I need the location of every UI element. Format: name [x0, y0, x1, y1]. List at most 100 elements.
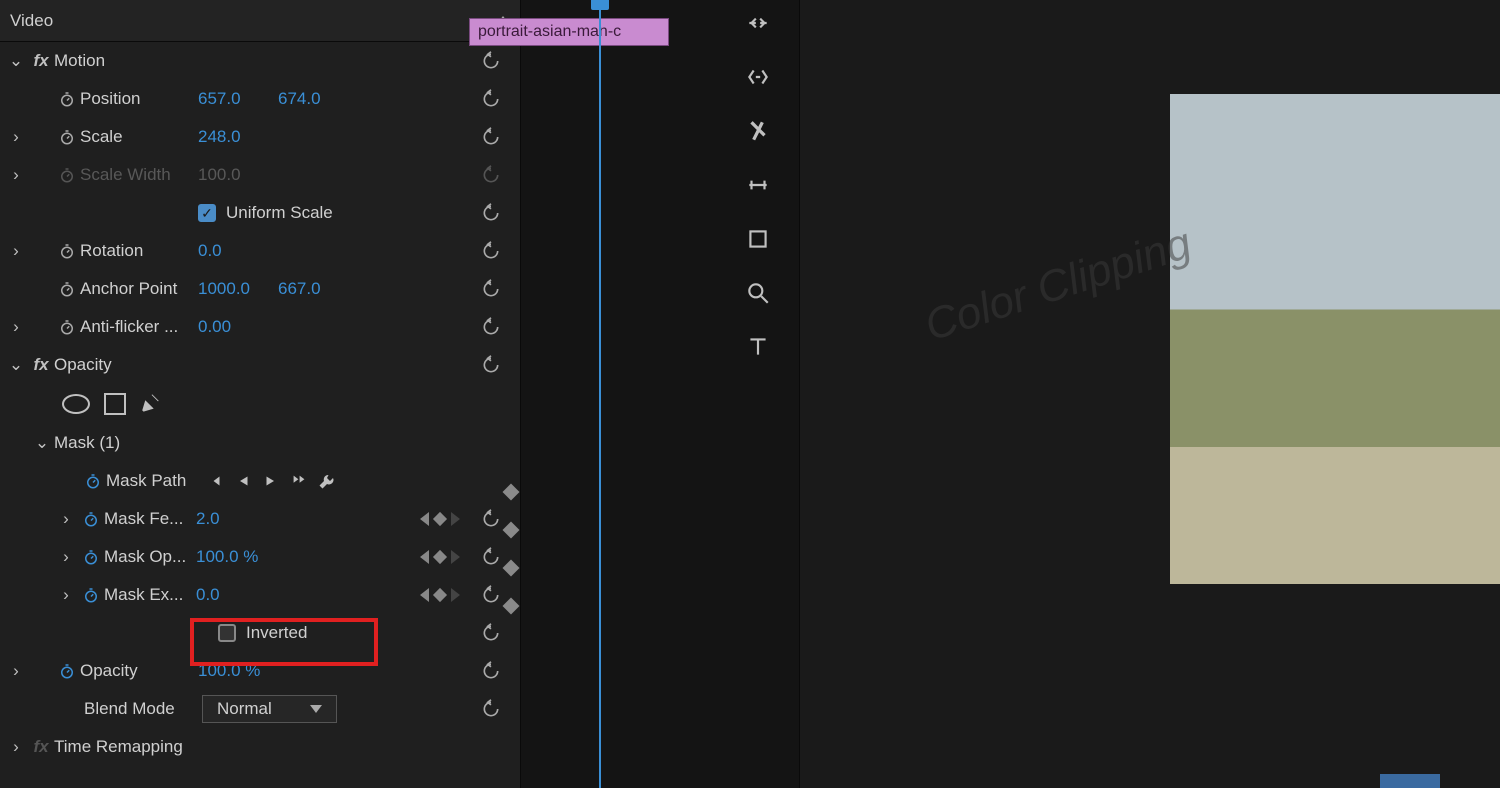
mask-opacity-label: Mask Op...: [104, 547, 196, 567]
stopwatch-icon[interactable]: [54, 662, 80, 680]
reset-button[interactable]: [480, 546, 502, 568]
prev-keyframe-icon[interactable]: [420, 512, 429, 526]
mask-feather-label: Mask Fe...: [104, 509, 196, 529]
rate-stretch-tool[interactable]: [741, 114, 775, 148]
effect-opacity-header[interactable]: ⌄ fx Opacity: [0, 346, 520, 384]
slip-tool[interactable]: [741, 168, 775, 202]
reset-button[interactable]: [480, 698, 502, 720]
chevron-right-icon[interactable]: ›: [54, 509, 78, 529]
clip-bar[interactable]: portrait-asian-man-c: [469, 18, 669, 46]
reset-button[interactable]: [480, 622, 502, 644]
antiflicker-value[interactable]: 0.00: [198, 317, 278, 337]
add-keyframe-icon[interactable]: [433, 550, 447, 564]
scale-value[interactable]: 248.0: [198, 127, 278, 147]
reset-button[interactable]: [480, 584, 502, 606]
reset-button[interactable]: [480, 278, 502, 300]
position-y-value[interactable]: 674.0: [278, 89, 358, 109]
rect-mask-button[interactable]: [104, 393, 126, 415]
chevron-right-icon[interactable]: ›: [4, 661, 28, 681]
mask-header[interactable]: ⌄ Mask (1): [0, 424, 520, 462]
mask-shape-tools: [0, 384, 520, 424]
effect-motion-header[interactable]: ⌄ fx Motion: [0, 42, 520, 80]
chevron-down-icon[interactable]: ⌄: [4, 355, 28, 375]
next-keyframe-icon[interactable]: [451, 512, 460, 526]
opacity-prop-row: › Opacity 100.0 %: [0, 652, 520, 690]
watermark: Color Clipping: [919, 219, 1197, 352]
uniform-scale-label: Uniform Scale: [226, 203, 333, 223]
mask-feather-row: › Mask Fe... 2.0: [0, 500, 520, 538]
uniform-scale-checkbox[interactable]: [198, 204, 216, 222]
rolling-edit-tool[interactable]: [741, 60, 775, 94]
stopwatch-icon[interactable]: [80, 472, 106, 490]
effects-panel-header: Video: [0, 0, 520, 42]
position-x-value[interactable]: 657.0: [198, 89, 278, 109]
fx-icon[interactable]: fx: [28, 355, 54, 375]
reset-button[interactable]: [480, 126, 502, 148]
stopwatch-icon[interactable]: [78, 510, 104, 528]
next-keyframe-icon[interactable]: [451, 588, 460, 602]
time-remapping-title: Time Remapping: [54, 737, 183, 757]
stopwatch-icon[interactable]: [78, 586, 104, 604]
prev-frame-icon[interactable]: [206, 472, 224, 490]
chevron-down-icon[interactable]: ⌄: [4, 51, 28, 71]
playhead[interactable]: [599, 0, 601, 788]
stopwatch-icon[interactable]: [78, 548, 104, 566]
chevron-right-icon[interactable]: ›: [4, 127, 28, 147]
chevron-right-icon[interactable]: ›: [54, 547, 78, 567]
scale-label: Scale: [80, 127, 198, 147]
type-tool[interactable]: [741, 330, 775, 364]
blend-mode-select[interactable]: Normal: [202, 695, 337, 723]
time-remapping-header[interactable]: › fx Time Remapping: [0, 728, 520, 766]
stopwatch-icon[interactable]: [54, 280, 80, 298]
zoom-tool[interactable]: [741, 276, 775, 310]
keyframe-timeline[interactable]: portrait-asian-man-c: [520, 0, 800, 788]
rectangle-tool[interactable]: [741, 222, 775, 256]
keyframe-nav: [420, 512, 460, 526]
next-keyframe-icon[interactable]: [451, 550, 460, 564]
chevron-right-icon[interactable]: ›: [4, 737, 28, 757]
antiflicker-label: Anti-flicker ...: [80, 317, 198, 337]
mask-opacity-value[interactable]: 100.0 %: [196, 547, 276, 567]
reset-button[interactable]: [480, 50, 502, 72]
preview-image: [1170, 94, 1500, 584]
add-keyframe-icon[interactable]: [433, 512, 447, 526]
stopwatch-icon[interactable]: [54, 128, 80, 146]
stopwatch-icon[interactable]: [54, 318, 80, 336]
mask-expansion-value[interactable]: 0.0: [196, 585, 276, 605]
pen-mask-button[interactable]: [140, 391, 162, 418]
reset-button[interactable]: [480, 354, 502, 376]
prev-keyframe-icon[interactable]: [420, 550, 429, 564]
fx-icon[interactable]: fx: [28, 51, 54, 71]
play-back-icon[interactable]: [234, 472, 252, 490]
reset-button[interactable]: [480, 240, 502, 262]
reset-button[interactable]: [480, 202, 502, 224]
wrench-icon[interactable]: [318, 472, 336, 490]
mask-expansion-label: Mask Ex...: [104, 585, 196, 605]
scale-width-label: Scale Width: [80, 165, 198, 185]
reset-button[interactable]: [480, 316, 502, 338]
next-frame-icon[interactable]: [290, 472, 308, 490]
anchor-y-value[interactable]: 667.0: [278, 279, 358, 299]
rotation-value[interactable]: 0.0: [198, 241, 278, 261]
scrollbar-indicator[interactable]: [1380, 774, 1440, 788]
mask-path-controls: [206, 472, 336, 490]
chevron-right-icon[interactable]: ›: [4, 241, 28, 261]
ellipse-mask-button[interactable]: [62, 394, 90, 414]
chevron-right-icon[interactable]: ›: [4, 317, 28, 337]
opacity-prop-value[interactable]: 100.0 %: [198, 661, 278, 681]
chevron-right-icon[interactable]: ›: [54, 585, 78, 605]
add-keyframe-icon[interactable]: [433, 588, 447, 602]
stopwatch-icon[interactable]: [54, 242, 80, 260]
anchor-x-value[interactable]: 1000.0: [198, 279, 278, 299]
anchor-point-row: Anchor Point 1000.0 667.0: [0, 270, 520, 308]
inverted-checkbox[interactable]: [218, 624, 236, 642]
reset-button[interactable]: [480, 660, 502, 682]
chevron-down-icon[interactable]: ⌄: [30, 433, 54, 453]
play-fwd-icon[interactable]: [262, 472, 280, 490]
ripple-edit-tool[interactable]: [741, 6, 775, 40]
stopwatch-icon[interactable]: [54, 90, 80, 108]
reset-button[interactable]: [480, 508, 502, 530]
prev-keyframe-icon[interactable]: [420, 588, 429, 602]
reset-button[interactable]: [480, 88, 502, 110]
mask-feather-value[interactable]: 2.0: [196, 509, 276, 529]
